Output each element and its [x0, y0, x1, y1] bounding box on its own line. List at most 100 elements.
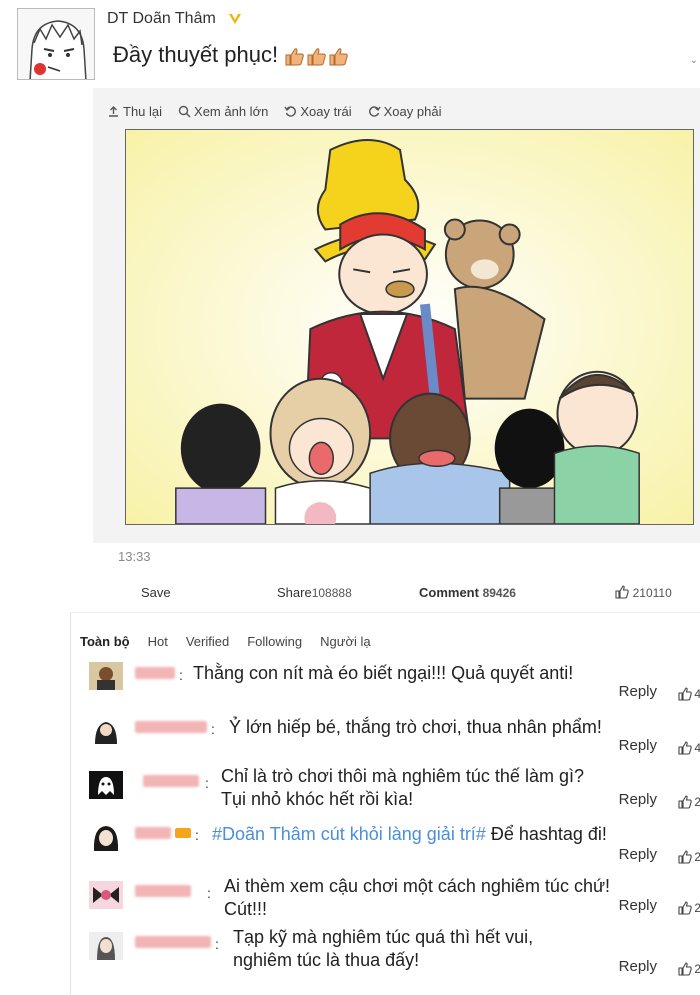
reply-button[interactable]: Reply [619, 683, 657, 700]
comment-like-button[interactable]: 2 [678, 795, 700, 809]
tab-all[interactable]: Toàn bộ [80, 634, 130, 649]
commenter-avatar[interactable] [89, 932, 123, 960]
view-large-label: Xem ảnh lớn [194, 104, 269, 119]
save-button[interactable]: Save [141, 585, 171, 600]
rotate-left-label: Xoay trái [300, 104, 352, 119]
tab-following[interactable]: Following [247, 634, 302, 649]
comment-line: Tạp kỹ mà nghiêm túc quá thì hết vui, [233, 927, 534, 947]
separator: : [195, 827, 199, 843]
thumbs-up-icon [615, 585, 629, 599]
post-header: DT Doãn Thâm Đầy thuyết phục! ⌄ [0, 0, 700, 88]
share-count: 108888 [311, 586, 352, 600]
verified-icon [229, 14, 241, 24]
tab-hot[interactable]: Hot [148, 634, 168, 649]
author-name[interactable]: DT Doãn Thâm [107, 10, 216, 28]
collapse-button[interactable]: Thu lại [107, 104, 162, 119]
comment-like-count: 2 [694, 795, 700, 809]
comic-illustration [126, 130, 693, 524]
collapse-icon [109, 106, 118, 117]
commenter-name[interactable] [135, 721, 207, 733]
thumbs-up-icon [678, 795, 693, 809]
save-label: Save [141, 585, 171, 600]
tab-verified[interactable]: Verified [186, 634, 229, 649]
thumbs-up-icon [678, 741, 693, 755]
separator: : [211, 721, 215, 737]
rotate-right-label: Xoay phải [383, 104, 442, 119]
tab-strangers[interactable]: Người lạ [320, 634, 370, 649]
separator: : [207, 885, 211, 901]
commenter-name[interactable] [143, 775, 199, 787]
like-count: 210110 [632, 586, 672, 600]
thumbs-up-icon [285, 48, 304, 66]
commenter-name[interactable] [135, 885, 191, 897]
share-label: Share [277, 585, 312, 600]
reply-button[interactable]: Reply [619, 737, 657, 754]
comment-like-count: 2 [694, 962, 700, 976]
rotate-left-icon [284, 106, 297, 117]
comment-text: Chỉ là trò chơi thôi mà nghiêm túc thế l… [221, 765, 584, 811]
collapse-label: Thu lại [123, 104, 163, 119]
commenter-avatar[interactable] [89, 771, 123, 799]
separator: : [205, 775, 209, 791]
commenter-avatar[interactable] [89, 716, 123, 744]
chevron-down-icon[interactable]: ⌄ [690, 55, 698, 66]
thumbs-up-icon [678, 962, 693, 976]
thumbs-up-icon [307, 48, 326, 66]
reply-button[interactable]: Reply [619, 958, 657, 975]
author-avatar[interactable] [17, 8, 95, 80]
thumbs-up-icon [678, 850, 693, 864]
commenter-name[interactable] [135, 667, 175, 679]
comment-label: Comment [419, 585, 479, 600]
comment-text: Thằng con nít mà éo biết ngại!!! Quả quy… [193, 663, 574, 683]
commenter-badge [175, 828, 191, 838]
rotate-right-button[interactable]: Xoay phải [368, 104, 442, 119]
post-timestamp: 13:33 [118, 549, 151, 564]
hashtag-link[interactable]: #Doãn Thâm cút khỏi làng giải trí# [212, 824, 486, 844]
view-large-button[interactable]: Xem ảnh lớn [178, 104, 268, 119]
commenter-avatar[interactable] [89, 662, 123, 690]
rotate-right-icon [368, 106, 381, 117]
comment-like-button[interactable]: 2 [678, 962, 700, 976]
comment-like-button[interactable]: 4 [678, 687, 700, 701]
commenter-avatar[interactable] [89, 881, 123, 909]
comment-text: Ỷ lớn hiếp bé, thắng trò chơi, thua nhân… [229, 717, 602, 737]
comment-text: Ai thèm xem cậu chơi một cách nghiêm túc… [224, 875, 610, 921]
comment-text: Tạp kỹ mà nghiêm túc quá thì hết vui, ng… [233, 926, 533, 972]
comment-like-button[interactable]: 2 [678, 850, 700, 864]
comment-like-button[interactable]: 4 [678, 741, 700, 755]
action-bar: Save Share108888 Comment 89426 210110 [93, 575, 700, 611]
comment-line: Ai thèm xem cậu chơi một cách nghiêm túc… [224, 876, 611, 896]
rotate-left-button[interactable]: Xoay trái [284, 104, 352, 119]
comment-filter-tabs: Toàn bộ Hot Verified Following Người lạ [80, 634, 389, 649]
comment-like-count: 4 [694, 741, 700, 755]
comment-like-count: 2 [694, 901, 700, 915]
comments-panel: Toàn bộ Hot Verified Following Người lạ … [70, 612, 700, 995]
commenter-name[interactable] [135, 936, 211, 948]
share-button[interactable]: Share108888 [277, 585, 352, 600]
thumbs-up-icon [678, 687, 693, 701]
reply-button[interactable]: Reply [619, 846, 657, 863]
comment-line: Tụi nhỏ khóc hết rồi kìa! [221, 789, 414, 809]
post-text: Đầy thuyết phục! [113, 42, 279, 67]
search-icon [178, 105, 191, 118]
thumbs-up-icon [678, 901, 693, 915]
comment-like-button[interactable]: 2 [678, 901, 700, 915]
comment-line: Cút!!! [224, 899, 268, 919]
reply-button[interactable]: Reply [619, 791, 657, 808]
comment-like-count: 4 [694, 687, 700, 701]
post-image[interactable] [125, 129, 694, 525]
comment-content: Để hashtag đi! [490, 824, 607, 844]
comment-button[interactable]: Comment 89426 [419, 585, 516, 600]
like-button[interactable]: 210110 [615, 585, 672, 600]
media-panel: Thu lại Xem ảnh lớn Xoay trái Xoay phải [93, 88, 700, 543]
comment-text: #Doãn Thâm cút khỏi làng giải trí# Để ha… [212, 823, 607, 846]
reply-button[interactable]: Reply [619, 897, 657, 914]
separator: : [215, 936, 219, 952]
commenter-name[interactable] [135, 827, 171, 839]
thumbs-up-icon [329, 48, 348, 66]
commenter-avatar[interactable] [89, 823, 123, 851]
comment-count: 89426 [482, 586, 516, 600]
separator: : [179, 667, 183, 683]
thumbs-up-emojis [284, 47, 349, 66]
media-toolbar: Thu lại Xem ảnh lớn Xoay trái Xoay phải [107, 104, 441, 119]
